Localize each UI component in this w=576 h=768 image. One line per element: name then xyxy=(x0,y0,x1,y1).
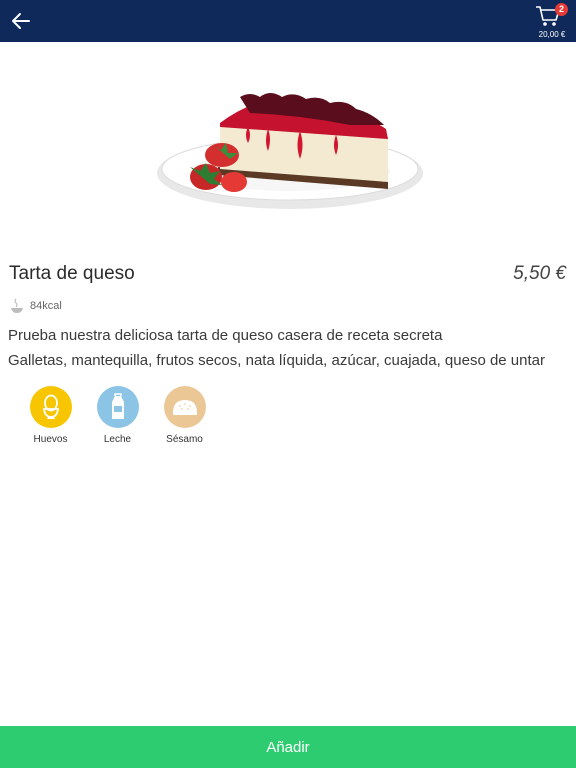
steaming-bowl-icon xyxy=(11,298,23,313)
calories-value: 84kcal xyxy=(30,300,62,312)
cheesecake-image xyxy=(157,93,423,209)
egg-icon xyxy=(42,394,59,419)
allergen-label: Leche xyxy=(103,434,132,445)
calories-row: 84kcal xyxy=(9,298,62,314)
add-to-cart-button[interactable]: Añadir xyxy=(0,726,576,768)
allergen-eggs: Huevos xyxy=(17,386,84,445)
cart-button[interactable]: 2 20,00 € xyxy=(534,2,570,40)
allergen-badge xyxy=(96,386,139,428)
cart-count-badge: 2 xyxy=(555,3,568,16)
product-ingredients: Galletas, mantequilla, frutos secos, nat… xyxy=(8,352,545,369)
sesame-bun-icon xyxy=(172,400,197,415)
arrow-left-icon xyxy=(12,13,30,29)
product-description: Prueba nuestra deliciosa tarta de queso … xyxy=(8,327,443,344)
allergen-badge xyxy=(163,386,206,428)
allergen-label: Sésamo xyxy=(166,434,203,445)
top-bar: 2 20,00 € xyxy=(0,0,576,42)
allergen-label: Huevos xyxy=(33,434,68,445)
milk-icon xyxy=(111,393,124,419)
allergen-sesame: Sésamo xyxy=(151,386,218,445)
product-price: 5,50 € xyxy=(513,263,566,284)
back-button[interactable] xyxy=(8,8,34,34)
allergen-badge xyxy=(29,386,72,428)
cart-total: 20,00 € xyxy=(538,30,566,39)
product-title: Tarta de queso xyxy=(9,263,135,284)
allergen-milk: Leche xyxy=(84,386,151,445)
allergen-list: Huevos Leche Sésamo xyxy=(17,386,218,445)
product-image xyxy=(150,85,430,220)
